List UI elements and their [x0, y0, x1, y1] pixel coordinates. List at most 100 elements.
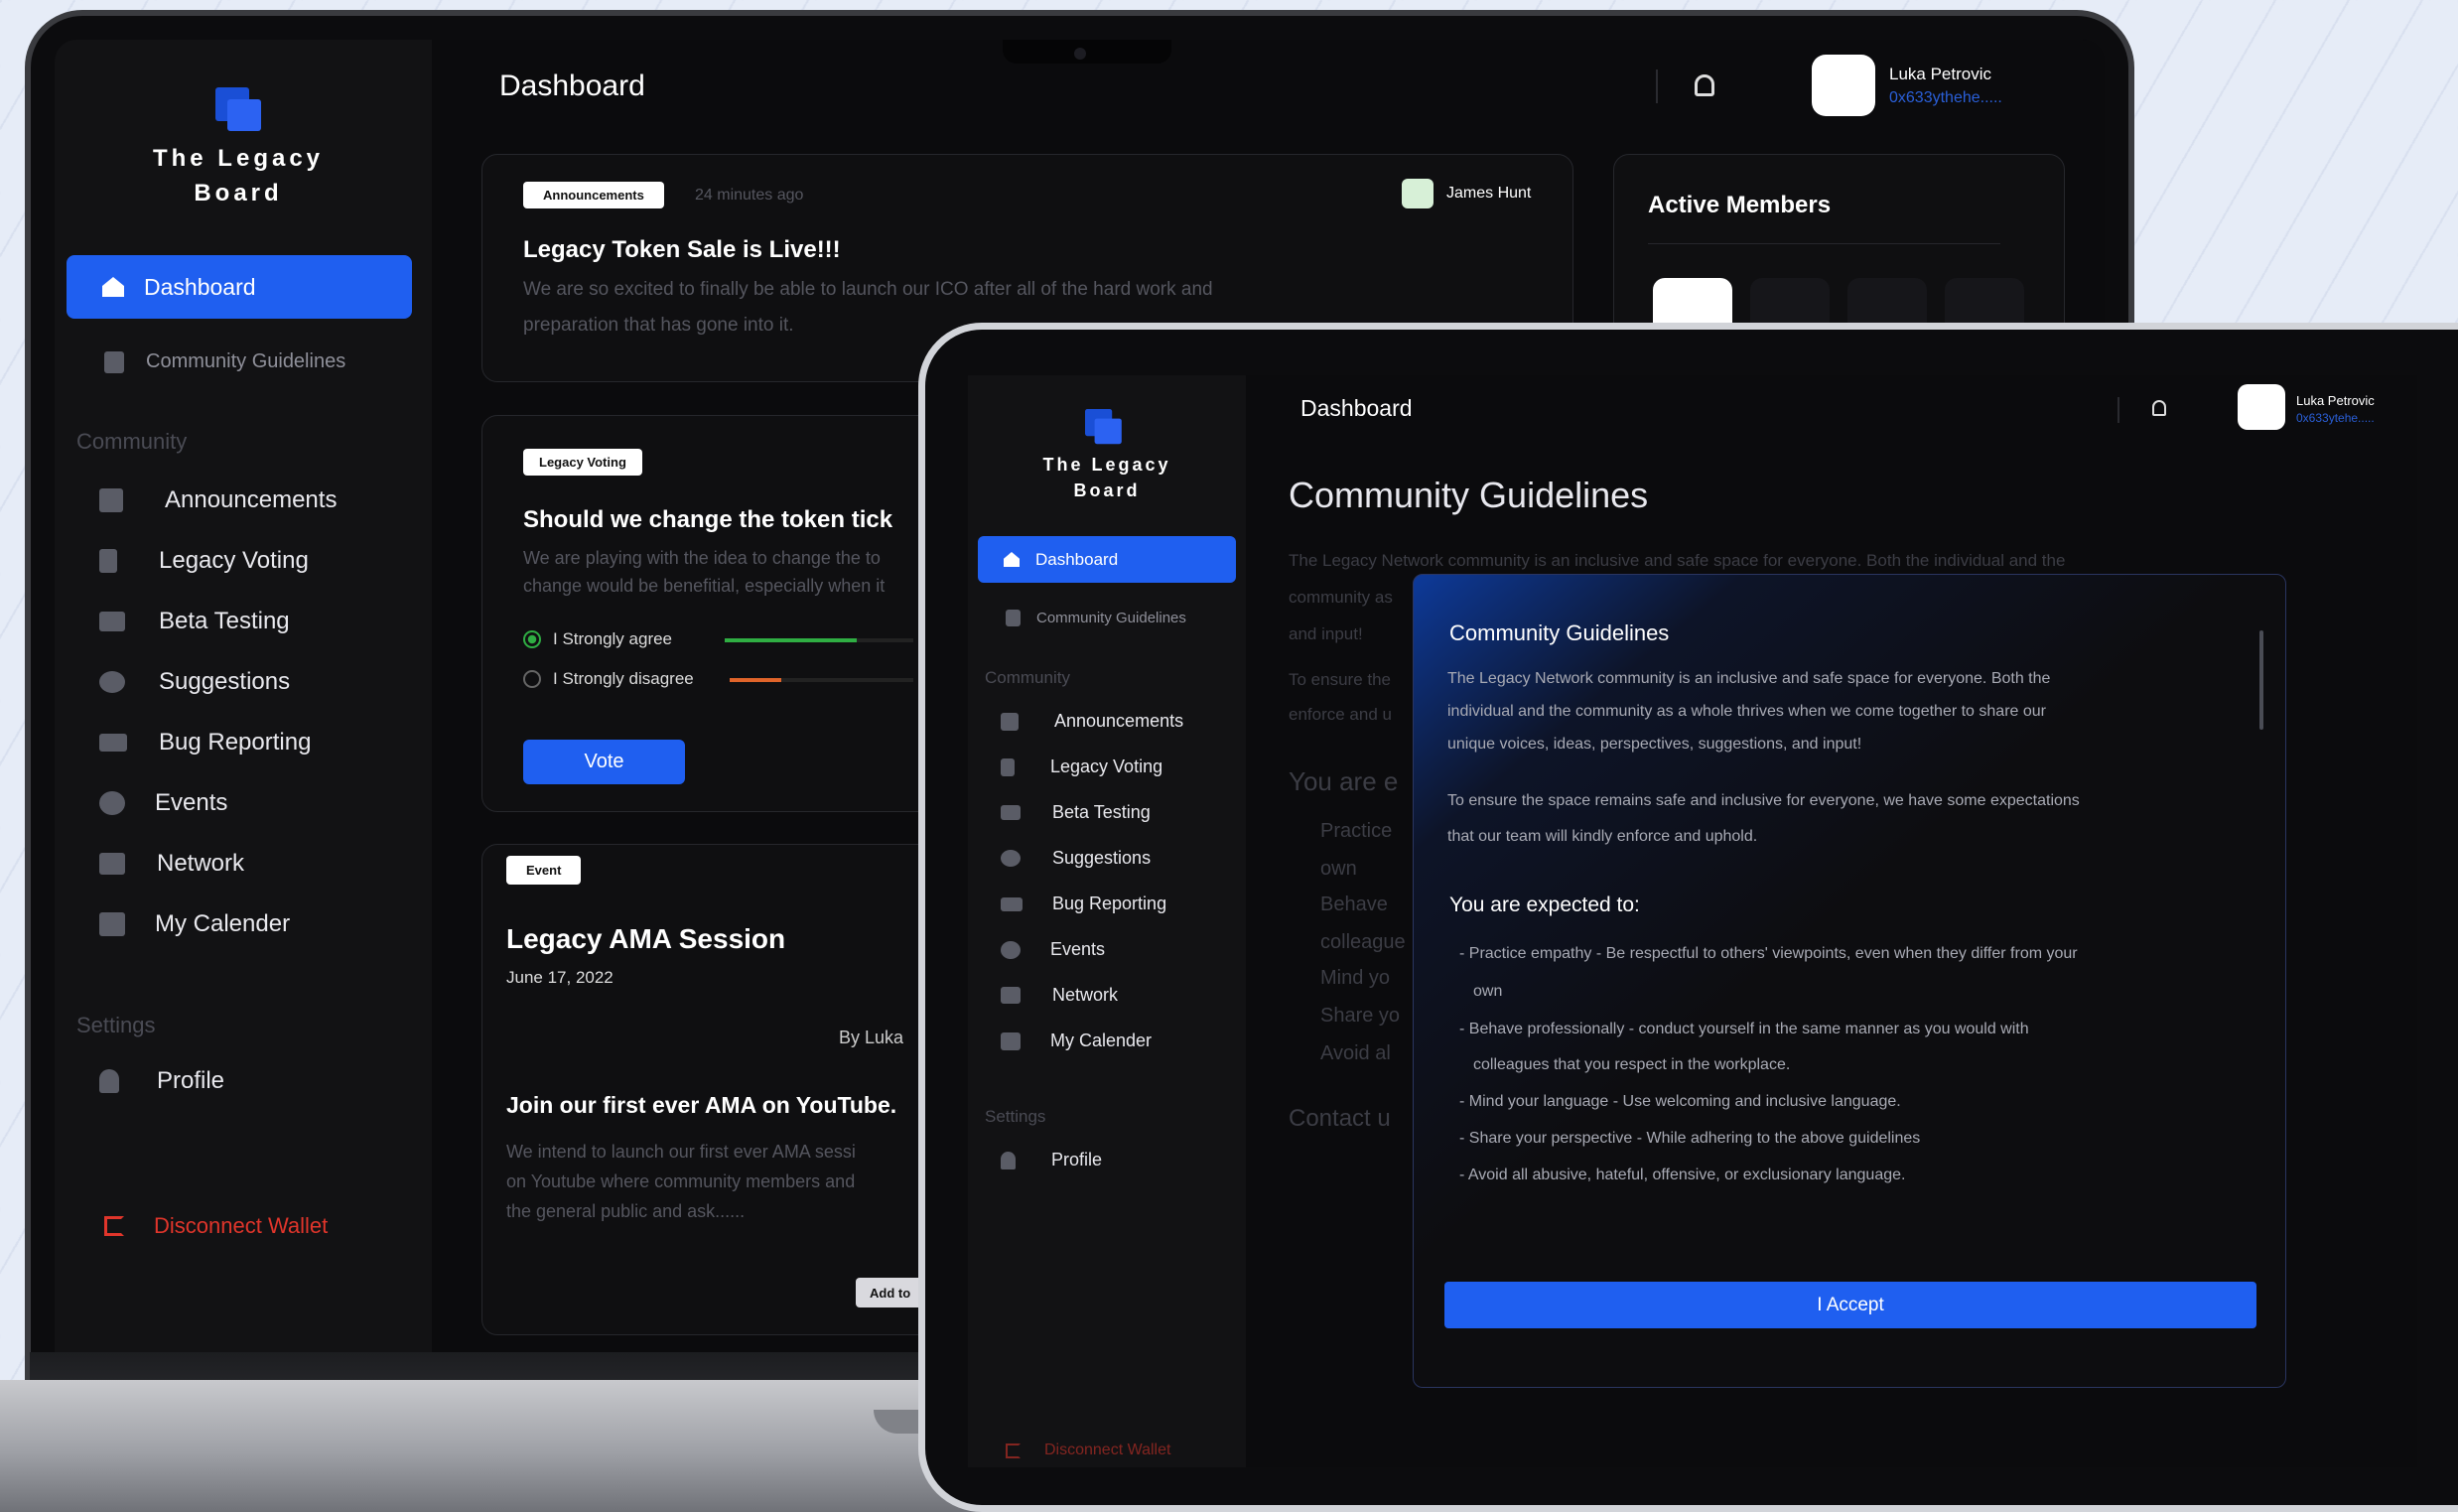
sidebar-item-dashboard[interactable]: Dashboard: [978, 536, 1236, 583]
megaphone-icon: [1001, 712, 1019, 731]
page-faded-item: Behave: [1320, 893, 1388, 915]
page-faded-item: Share yo: [1320, 1005, 1401, 1027]
event-body-line2: on Youtube where community members and: [506, 1171, 856, 1191]
modal-bullet-cont: colleagues that you respect in the workp…: [1473, 1056, 1791, 1073]
home-icon: [102, 277, 124, 297]
modal-title: Community Guidelines: [1449, 620, 1670, 645]
event-card[interactable]: [481, 844, 978, 1335]
user-icon: [1001, 1151, 1016, 1169]
avatar[interactable]: [1812, 55, 1875, 116]
active-members-title: Active Members: [1648, 192, 1832, 218]
sidebar-item-suggestions[interactable]: Suggestions: [99, 668, 290, 696]
modal-bullet: - Behave professionally - conduct yourse…: [1459, 1021, 2029, 1037]
sidebar: [55, 40, 432, 1352]
page-faded-item: Mind yo: [1320, 967, 1391, 989]
sidebar-item-suggestions[interactable]: Suggestions: [1001, 848, 1151, 869]
sidebar-item-community-guidelines[interactable]: Community Guidelines: [1006, 610, 1186, 626]
modal-p2-line1: To ensure the space remains safe and inc…: [1447, 792, 2080, 809]
event-subtitle: Join our first ever AMA on YouTube.: [506, 1092, 897, 1118]
calendar-icon: [1001, 1031, 1021, 1050]
voting-tag: Legacy Voting: [523, 449, 642, 476]
modal-p1-line1: The Legacy Network community is an inclu…: [1447, 670, 2051, 687]
vote-icon: [1001, 757, 1015, 776]
page-title: Dashboard: [1300, 395, 1413, 421]
modal-p1-line3: unique voices, ideas, perspectives, sugg…: [1447, 736, 1862, 753]
modal-bullet: - Mind your language - Use welcoming and…: [1459, 1093, 1901, 1110]
calendar-star-icon: [1001, 940, 1021, 959]
logo-icon: [1085, 409, 1122, 445]
sidebar-item-network[interactable]: Network: [1001, 985, 1118, 1006]
sidebar-item-legacy-voting[interactable]: Legacy Voting: [1001, 756, 1162, 777]
guidelines-modal: [1413, 574, 2286, 1388]
accept-button[interactable]: I Accept: [1444, 1282, 2256, 1328]
disconnect-wallet-button[interactable]: Disconnect Wallet: [1006, 1442, 1170, 1459]
sidebar-item-bug-reporting[interactable]: Bug Reporting: [99, 729, 311, 756]
page-title: Dashboard: [499, 69, 645, 102]
event-title: Legacy AMA Session: [506, 923, 786, 954]
section-label-settings: Settings: [985, 1107, 1046, 1126]
sidebar-item-legacy-voting[interactable]: Legacy Voting: [99, 547, 309, 575]
vote-option-disagree[interactable]: I Strongly disagree: [523, 669, 694, 689]
divider: [1648, 243, 2000, 244]
bell-icon[interactable]: [1695, 74, 1714, 96]
sidebar-item-community-guidelines[interactable]: Community Guidelines: [104, 350, 345, 373]
bug-icon: [1001, 896, 1023, 911]
bell-icon[interactable]: [2152, 400, 2166, 416]
sidebar-item-dashboard[interactable]: Dashboard: [67, 255, 412, 319]
page-faded-item: colleague: [1320, 931, 1406, 953]
page-intro-line2: community as: [1289, 588, 1393, 607]
vote-bar-disagree: [730, 678, 913, 682]
section-label-settings: Settings: [76, 1013, 156, 1037]
flask-icon: [99, 612, 125, 631]
sidebar-item-events[interactable]: Events: [1001, 939, 1105, 960]
sidebar-item-beta-testing[interactable]: Beta Testing: [1001, 802, 1151, 823]
sidebar-item-announcements[interactable]: Announcements: [1001, 711, 1183, 732]
network-icon: [1001, 987, 1021, 1004]
modal-bullet: - Share your perspective - While adherin…: [1459, 1130, 1921, 1147]
modal-scrollbar[interactable]: [2259, 630, 2263, 730]
sidebar-item-beta-testing[interactable]: Beta Testing: [99, 608, 290, 635]
sidebar-item-my-calender[interactable]: My Calender: [1001, 1031, 1152, 1051]
network-icon: [99, 853, 125, 875]
sidebar-item-profile[interactable]: Profile: [99, 1067, 224, 1095]
sidebar-item-profile[interactable]: Profile: [1001, 1150, 1102, 1170]
announcement-body-line1: We are so excited to finally be able to …: [523, 279, 1213, 300]
avatar[interactable]: [2238, 384, 2285, 430]
section-label-community: Community: [76, 429, 188, 454]
announcement-author: James Hunt: [1446, 185, 1532, 202]
disconnect-wallet-button[interactable]: Disconnect Wallet: [104, 1213, 328, 1239]
radio-selected-icon: [523, 630, 541, 648]
page-faded-item: Avoid al: [1320, 1042, 1391, 1064]
vote-button[interactable]: Vote: [523, 740, 685, 784]
calendar-icon: [99, 912, 125, 936]
sidebar-item-events[interactable]: Events: [99, 789, 227, 817]
event-body-line1: We intend to launch our first ever AMA s…: [506, 1142, 856, 1162]
voting-body-line1: We are playing with the idea to change t…: [523, 548, 881, 568]
page-expected: You are e: [1289, 766, 1399, 796]
voting-title: Should we change the token tick: [523, 506, 893, 533]
modal-bullet: - Practice empathy - Be respectful to ot…: [1459, 945, 2078, 962]
header-divider: [1656, 69, 1658, 103]
sidebar-item-bug-reporting[interactable]: Bug Reporting: [1001, 893, 1166, 914]
logout-icon: [104, 1216, 124, 1236]
page-intro-line1: The Legacy Network community is an inclu…: [1289, 551, 2066, 570]
event-tag: Event: [506, 856, 582, 885]
modal-bullet-cont: own: [1473, 983, 1503, 1000]
sidebar-item-network[interactable]: Network: [99, 850, 244, 878]
user-name: Luka Petrovic: [1889, 65, 1991, 83]
page-faded-item: Practice: [1320, 820, 1393, 842]
laptop-notch: [1003, 40, 1171, 64]
lightbulb-icon: [1001, 850, 1021, 867]
announcement-body-line2: preparation that has gone into it.: [523, 315, 794, 336]
author-avatar: [1402, 179, 1434, 208]
laptop-base: [0, 1380, 993, 1512]
bug-icon: [99, 734, 127, 752]
sidebar-item-announcements[interactable]: Announcements: [99, 486, 337, 514]
brand-name: The Legacy Board: [152, 145, 325, 206]
page-contact: Contact u: [1289, 1105, 1391, 1132]
lightbulb-icon: [99, 671, 125, 693]
sidebar-item-my-calender[interactable]: My Calender: [99, 910, 290, 938]
vote-option-agree[interactable]: I Strongly agree: [523, 629, 672, 649]
page-intro-line3: and input!: [1289, 624, 1363, 643]
section-label-community: Community: [985, 668, 1070, 687]
